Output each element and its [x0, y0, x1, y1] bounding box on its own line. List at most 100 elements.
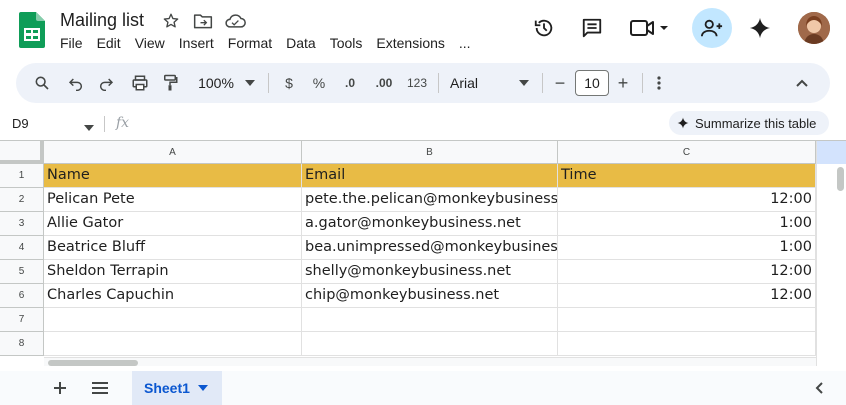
cell-a8[interactable]	[44, 332, 302, 356]
meet-icon[interactable]	[620, 8, 678, 48]
column-header-c[interactable]: C	[558, 141, 816, 164]
share-person-add-icon[interactable]	[692, 8, 732, 48]
number-format-button[interactable]: 123	[404, 63, 430, 103]
sheets-logo-icon[interactable]	[19, 12, 45, 48]
cell-a7[interactable]	[44, 308, 302, 332]
cell-a1[interactable]: Name	[44, 164, 302, 188]
cell-c4[interactable]: 1:00	[558, 236, 816, 260]
menu-edit[interactable]: Edit	[97, 35, 129, 51]
column-header-d[interactable]	[817, 141, 846, 164]
column-header-a[interactable]: A	[44, 141, 302, 164]
cell-a6[interactable]: Charles Capuchin	[44, 284, 302, 308]
row-header[interactable]: 7	[0, 308, 44, 332]
cell-a3[interactable]: Allie Gator	[44, 212, 302, 236]
redo-icon[interactable]	[92, 63, 120, 103]
cell-a5[interactable]: Sheldon Terrapin	[44, 260, 302, 284]
print-icon[interactable]	[126, 63, 154, 103]
font-size-input[interactable]: 10	[575, 70, 609, 96]
title-icons	[160, 10, 246, 32]
toolbar-divider	[268, 73, 269, 93]
row-header[interactable]: 1	[0, 164, 44, 188]
more-vert-icon[interactable]	[650, 63, 668, 103]
zoom-value: 100%	[198, 75, 234, 91]
formula-divider	[104, 116, 105, 132]
comment-icon[interactable]	[572, 8, 612, 48]
menu-data[interactable]: Data	[286, 35, 324, 51]
font-dropdown-icon[interactable]	[516, 63, 532, 103]
cell-c7[interactable]	[558, 308, 816, 332]
percent-button[interactable]: %	[308, 63, 330, 103]
cloud-status-icon[interactable]	[224, 10, 246, 32]
increase-decimals-button[interactable]: .00	[370, 63, 398, 103]
cell-b5[interactable]: shelly@monkeybusiness.net	[302, 260, 558, 284]
menu-extensions[interactable]: Extensions	[376, 35, 452, 51]
menu-insert[interactable]: Insert	[179, 35, 222, 51]
toolbar-divider	[642, 73, 643, 93]
cell-a2[interactable]: Pelican Pete	[44, 188, 302, 212]
cell-c8[interactable]	[558, 332, 816, 356]
zoom-dropdown-icon[interactable]	[242, 63, 258, 103]
document-title[interactable]: Mailing list	[60, 10, 144, 31]
add-sheet-icon[interactable]	[43, 371, 77, 405]
cell-b8[interactable]	[302, 332, 558, 356]
cell-b7[interactable]	[302, 308, 558, 332]
paint-format-icon[interactable]	[156, 63, 184, 103]
summarize-table-button[interactable]: Summarize this table	[669, 111, 829, 135]
row-header[interactable]: 5	[0, 260, 44, 284]
currency-button[interactable]: $	[278, 63, 300, 103]
sheet-list-icon[interactable]	[83, 371, 117, 405]
name-box-dropdown-icon[interactable]	[84, 118, 94, 136]
undo-icon[interactable]	[62, 63, 90, 103]
vertical-scrollbar[interactable]	[816, 141, 846, 366]
avatar[interactable]	[798, 12, 830, 44]
search-icon[interactable]	[28, 63, 56, 103]
formula-bar: D9 fx Summarize this table	[0, 110, 846, 138]
cell-c2[interactable]: 12:00	[558, 188, 816, 212]
menu-file[interactable]: File	[60, 35, 91, 51]
row-header[interactable]: 4	[0, 236, 44, 260]
summarize-label: Summarize this table	[695, 115, 817, 131]
name-box[interactable]: D9	[12, 116, 29, 131]
sheet-tab-active[interactable]: Sheet1	[132, 371, 222, 405]
star-icon[interactable]	[160, 10, 182, 32]
fx-icon: fx	[116, 115, 130, 131]
row-header[interactable]: 8	[0, 332, 44, 356]
cell-b6[interactable]: chip@monkeybusiness.net	[302, 284, 558, 308]
cell-c5[interactable]: 12:00	[558, 260, 816, 284]
row-header[interactable]: 6	[0, 284, 44, 308]
menu-format[interactable]: Format	[228, 35, 280, 51]
horizontal-scroll-thumb[interactable]	[48, 360, 138, 366]
history-icon[interactable]	[524, 8, 564, 48]
menu-view[interactable]: View	[135, 35, 173, 51]
horizontal-scrollbar[interactable]	[44, 357, 816, 366]
cell-c3[interactable]: 1:00	[558, 212, 816, 236]
sheet-tab-label: Sheet1	[144, 380, 190, 396]
toolbar-divider	[542, 73, 543, 93]
sheet-tab-dropdown-icon[interactable]	[197, 385, 208, 391]
select-all-corner[interactable]	[0, 141, 44, 164]
row-header[interactable]: 2	[0, 188, 44, 212]
cell-b1[interactable]: Email	[302, 164, 558, 188]
zoom-select[interactable]: 100%	[194, 63, 238, 103]
column-header-b[interactable]: B	[302, 141, 558, 164]
decrease-font-size-button[interactable]: −	[550, 63, 570, 103]
decrease-decimals-button[interactable]: .0	[338, 63, 362, 103]
collapse-sidebar-icon[interactable]	[802, 371, 836, 405]
collapse-icon[interactable]	[790, 63, 814, 103]
increase-font-size-button[interactable]: +	[613, 63, 633, 103]
cell-a4[interactable]: Beatrice Bluff	[44, 236, 302, 260]
cell-b4[interactable]: bea.unimpressed@monkeybusiness.net	[302, 236, 558, 260]
menu-bar: File Edit View Insert Format Data Tools …	[60, 35, 485, 51]
gemini-icon[interactable]	[740, 8, 780, 48]
menu-tools[interactable]: Tools	[330, 35, 371, 51]
row-header[interactable]: 3	[0, 212, 44, 236]
cell-b2[interactable]: pete.the.pelican@monkeybusiness.net	[302, 188, 558, 212]
menu-more[interactable]: ...	[459, 35, 479, 51]
vertical-scroll-thumb[interactable]	[837, 167, 844, 191]
top-bar: Mailing list File Edit View Insert Forma…	[0, 0, 846, 60]
cell-c1[interactable]: Time	[558, 164, 816, 188]
move-folder-icon[interactable]	[192, 10, 214, 32]
cell-c6[interactable]: 12:00	[558, 284, 816, 308]
cell-b3[interactable]: a.gator@monkeybusiness.net	[302, 212, 558, 236]
font-name: Arial	[450, 75, 479, 91]
